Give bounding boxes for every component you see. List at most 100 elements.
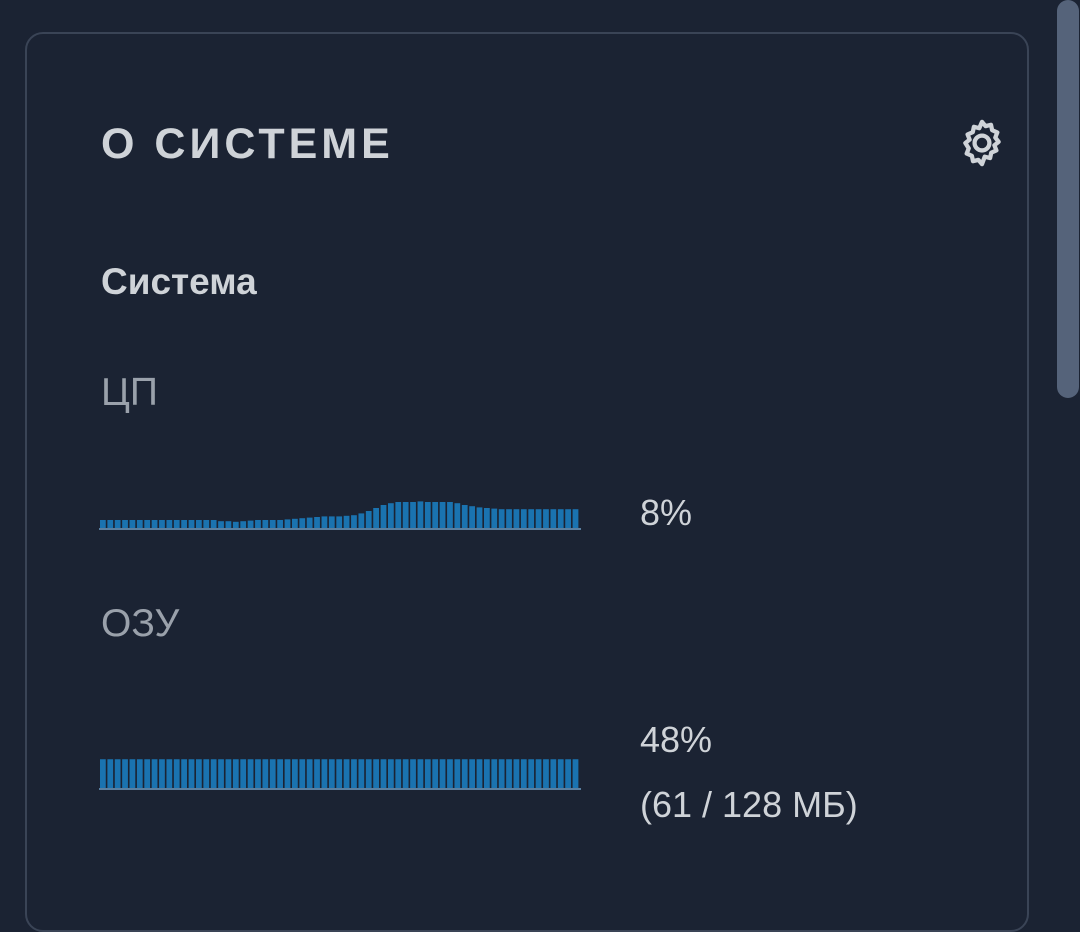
ram-bar-34 (351, 759, 357, 789)
ram-bar-13 (196, 759, 202, 789)
cpu-bar-20 (247, 520, 254, 529)
ram-bar-40 (395, 759, 402, 789)
ram-sparkline (99, 759, 581, 790)
cpu-bar-22 (262, 520, 269, 529)
cpu-bar-25 (284, 519, 291, 529)
cpu-bar-50 (469, 506, 475, 529)
ram-bar-21 (255, 759, 261, 789)
cpu-bar-61 (550, 509, 557, 529)
cpu-bar-17 (225, 521, 232, 529)
ram-bar-11 (181, 759, 187, 789)
cpu-bar-48 (454, 503, 461, 529)
ram-bar-60 (543, 759, 549, 789)
cpu-bar-35 (358, 513, 365, 529)
cpu-bar-14 (203, 520, 210, 529)
cpu-bar-41 (402, 502, 409, 529)
cpu-bar-45 (432, 502, 439, 529)
ram-bar-50 (469, 759, 475, 789)
cpu-bar-55 (506, 509, 512, 529)
cpu-bar-46 (439, 502, 446, 529)
ram-bar-46 (439, 759, 446, 789)
cpu-bar-32 (336, 516, 343, 529)
cpu-bar-23 (269, 520, 276, 529)
ram-bar-31 (328, 759, 335, 789)
cpu-bar-53 (491, 508, 498, 529)
ram-bar-39 (388, 759, 394, 789)
cpu-bar-8 (159, 520, 165, 529)
ram-bar-17 (225, 759, 232, 789)
ram-bar-62 (557, 759, 564, 789)
cpu-bar-4 (129, 520, 136, 529)
cpu-sparkline (99, 501, 581, 530)
ram-bar-32 (336, 759, 343, 789)
ram-bar-38 (380, 759, 387, 789)
ram-bar-12 (188, 759, 195, 789)
ram-bar-28 (306, 759, 313, 789)
ram-bar-22 (262, 759, 269, 789)
cpu-bar-18 (232, 521, 239, 529)
cpu-bar-57 (520, 509, 527, 529)
cpu-bar-64 (572, 509, 579, 529)
cpu-bar-26 (292, 518, 298, 529)
cpu-bar-42 (410, 502, 416, 529)
ram-bar-56 (513, 759, 520, 789)
ram-bar-2 (114, 759, 121, 789)
ram-bar-7 (151, 759, 158, 789)
ram-bar-10 (173, 759, 180, 789)
ram-bar-61 (550, 759, 557, 789)
ram-bar-52 (484, 759, 490, 789)
ram-bar-25 (284, 759, 291, 789)
ram-bar-43 (417, 759, 424, 789)
cpu-bar-12 (188, 520, 195, 529)
ram-bar-51 (476, 759, 483, 789)
cpu-bar-37 (373, 508, 379, 529)
cpu-bar-51 (476, 507, 483, 529)
cpu-label: ЦП (101, 371, 158, 414)
gear-icon[interactable] (955, 116, 1009, 170)
ram-bar-53 (491, 759, 498, 789)
ram-bar-19 (240, 759, 247, 789)
ram-bar-4 (129, 759, 136, 789)
ram-bar-36 (365, 759, 372, 789)
cpu-bar-60 (543, 509, 549, 529)
ram-bar-37 (373, 759, 379, 789)
ram-label: ОЗУ (101, 602, 180, 645)
cpu-bar-39 (388, 503, 394, 529)
ram-bar-29 (314, 759, 320, 789)
cpu-bar-47 (447, 502, 453, 529)
cpu-bar-52 (484, 508, 490, 529)
cpu-bar-10 (173, 520, 180, 529)
cpu-bar-44 (424, 502, 431, 529)
cpu-bar-3 (122, 520, 128, 529)
cpu-bar-13 (196, 520, 202, 529)
ram-bar-15 (210, 759, 217, 789)
ram-bar-23 (269, 759, 276, 789)
cpu-bar-62 (557, 509, 564, 529)
ram-bar-41 (402, 759, 409, 789)
cpu-bar-21 (255, 520, 261, 529)
cpu-bar-29 (314, 517, 320, 529)
cpu-bar-27 (299, 518, 306, 529)
cpu-bar-1 (107, 520, 114, 529)
ram-bar-1 (107, 759, 114, 789)
cpu-bar-7 (151, 520, 158, 529)
ram-bar-27 (299, 759, 306, 789)
ram-bar-9 (166, 759, 173, 789)
ram-bar-49 (461, 759, 468, 789)
ram-bar-58 (528, 759, 535, 789)
system-card: О СИСТЕМЕ Система ЦП 8% ОЗУ 48% (61 / 12… (25, 32, 1029, 932)
scrollbar-thumb[interactable] (1057, 0, 1079, 398)
cpu-bar-9 (166, 520, 173, 529)
ram-bar-8 (159, 759, 165, 789)
ram-bar-33 (343, 759, 350, 789)
section-title: Система (101, 261, 257, 302)
ram-bar-35 (358, 759, 365, 789)
ram-bar-5 (136, 759, 143, 789)
cpu-bar-43 (417, 501, 424, 529)
cpu-bar-36 (365, 511, 372, 529)
cpu-bar-58 (528, 509, 535, 529)
cpu-bar-33 (343, 515, 350, 529)
cpu-bar-28 (306, 517, 313, 529)
cpu-bar-5 (136, 520, 143, 529)
ram-bar-16 (218, 759, 224, 789)
